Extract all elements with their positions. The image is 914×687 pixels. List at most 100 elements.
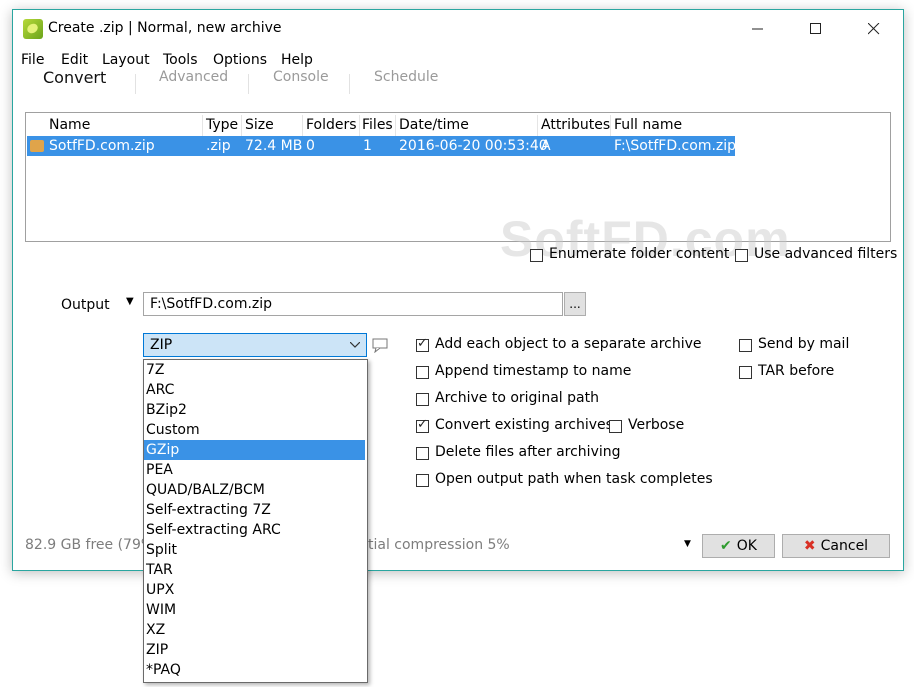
format-option-bzip2[interactable]: BZip2 [144,400,365,420]
column-header-attributes[interactable]: Attributes [541,115,610,135]
tab-convert[interactable]: Convert [43,68,106,87]
format-option-paq[interactable]: *PAQ [144,660,365,680]
format-option-custom[interactable]: Custom [144,420,365,440]
timestamp-label: Append timestamp to name [435,363,632,379]
open-output-checkbox[interactable] [416,474,429,487]
format-option-7z[interactable]: 7Z [144,360,365,380]
format-option-wim[interactable]: WIM [144,600,365,620]
tab-console[interactable]: Console [273,69,329,85]
cell-fullname: F:\SotfFD.com.zip [614,138,737,154]
enumerate-folder-label: Enumerate folder content [549,246,730,262]
separate-archive-checkbox[interactable] [416,336,429,352]
compression-status: tial compression 5% [368,537,510,553]
cell-name: SotfFD.com.zip [49,138,155,154]
column-header-type[interactable]: Type [206,115,238,135]
format-select[interactable]: ZIP [143,333,367,357]
format-option-split[interactable]: Split [144,540,365,560]
format-dropdown-list[interactable]: 7Z ARC BZip2 Custom GZip PEA QUAD/BALZ/B… [143,359,368,683]
column-header-files[interactable]: Files [362,115,393,135]
menu-layout[interactable]: Layout [102,52,150,68]
archive-file-icon [30,140,44,152]
convert-archives-checkbox[interactable] [416,417,429,433]
output-label: Output [61,297,110,313]
column-divider [302,115,303,136]
column-header-fullname[interactable]: Full name [614,115,682,135]
advanced-filters-label: Use advanced filters [754,246,898,262]
maximize-button[interactable] [787,10,845,48]
separate-archive-label: Add each object to a separate archive [435,336,702,352]
column-divider [537,115,538,136]
browse-button[interactable]: ... [564,292,586,316]
cell-folders: 0 [306,138,315,154]
format-option-tar[interactable]: TAR [144,560,365,580]
format-option-arc[interactable]: ARC [144,380,365,400]
tab-divider [135,74,136,94]
x-icon: ✖ [803,538,816,554]
tab-advanced[interactable]: Advanced [159,69,228,85]
delete-files-label: Delete files after archiving [435,444,621,460]
output-menu-arrow-icon[interactable]: ▼ [126,296,134,307]
column-divider [395,115,396,136]
tab-schedule[interactable]: Schedule [374,69,438,85]
column-header-folders[interactable]: Folders [306,115,357,135]
format-option-sfx-arc[interactable]: Self-extracting ARC [144,520,365,540]
enumerate-folder-checkbox[interactable] [530,249,543,262]
original-path-label: Archive to original path [435,390,599,406]
title-bar: Create .zip | Normal, new archive [13,10,903,48]
cancel-button-label: Cancel [820,538,869,554]
format-selected-value: ZIP [150,337,173,353]
menu-edit[interactable]: Edit [61,52,88,68]
open-output-label: Open output path when task completes [435,471,713,487]
chevron-down-icon [350,342,360,348]
send-mail-label: Send by mail [758,336,850,352]
column-divider [610,115,611,136]
column-header-datetime[interactable]: Date/time [399,115,469,135]
column-header-size[interactable]: Size [245,115,274,135]
comment-icon[interactable] [372,338,390,353]
format-option-zip[interactable]: ZIP [144,640,365,660]
ok-button[interactable]: ✔ OK [702,534,775,558]
convert-archives-label: Convert existing archives [435,417,613,433]
format-option-sfx-7z[interactable]: Self-extracting 7Z [144,500,365,520]
cell-datetime: 2016-06-20 00:53:40 [399,138,548,154]
cell-size: 72.4 MB [245,138,303,154]
check-icon: ✔ [720,538,732,554]
column-divider [241,115,242,136]
menu-bar: File Edit Layout Tools Options Help [13,50,903,72]
original-path-checkbox[interactable] [416,393,429,406]
presets-arrow-icon[interactable]: ▼ [684,539,691,549]
table-row[interactable]: SotfFD.com.zip .zip 72.4 MB 0 1 2016-06-… [27,136,737,156]
window-title: Create .zip | Normal, new archive [48,20,282,36]
format-option-xz[interactable]: XZ [144,620,365,640]
timestamp-checkbox[interactable] [416,366,429,379]
close-button[interactable] [845,10,903,48]
menu-help[interactable]: Help [281,52,313,68]
advanced-filters-checkbox[interactable] [735,249,748,262]
format-option-gzip[interactable]: GZip [144,440,365,460]
tab-divider [349,74,350,94]
free-space-status: 82.9 GB free (79% [25,537,155,553]
column-header-name[interactable]: Name [49,115,90,135]
menu-options[interactable]: Options [213,52,267,68]
menu-tools[interactable]: Tools [163,52,198,68]
verbose-label: Verbose [628,417,685,433]
send-mail-checkbox[interactable] [739,339,752,352]
tar-before-checkbox[interactable] [739,366,752,379]
format-option-upx[interactable]: UPX [144,580,365,600]
tab-divider [248,74,249,94]
column-divider [202,115,203,136]
column-divider [359,115,360,136]
output-path-input[interactable]: F:\SotfFD.com.zip [143,292,563,316]
cell-files: 1 [363,138,372,154]
verbose-checkbox[interactable] [609,420,622,433]
format-option-pea[interactable]: PEA [144,460,365,480]
format-option-quad[interactable]: QUAD/BALZ/BCM [144,480,365,500]
tar-before-label: TAR before [758,363,835,379]
menu-file[interactable]: File [21,52,44,68]
cell-type: .zip [206,138,231,154]
cancel-button[interactable]: ✖ Cancel [782,534,890,558]
ok-button-label: OK [736,538,757,554]
minimize-button[interactable] [729,10,787,48]
delete-files-checkbox[interactable] [416,447,429,460]
cell-attributes: A [541,138,551,154]
